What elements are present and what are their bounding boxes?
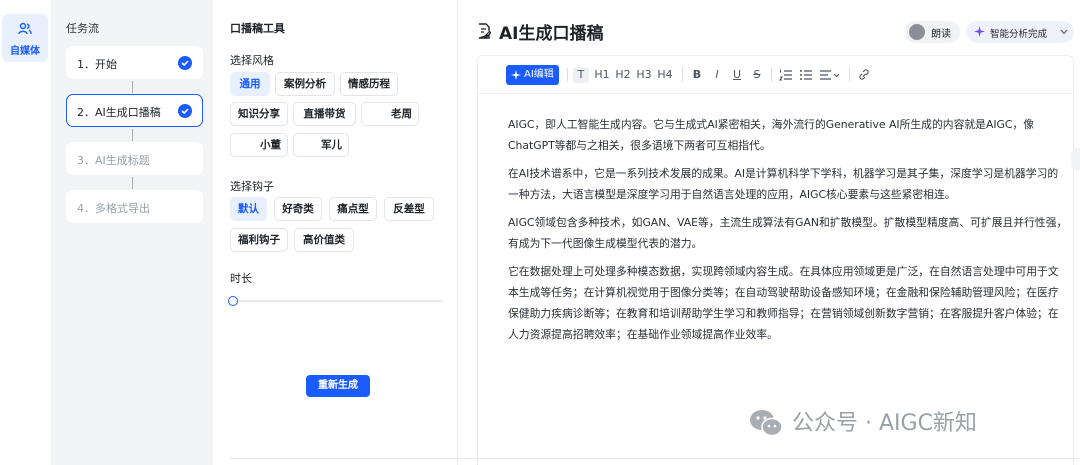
style-chip-case[interactable]: 案例分析 [275, 72, 335, 96]
bullet-list-icon[interactable] [799, 67, 813, 83]
step-ai-script[interactable]: 2．AI生成口播稿 [66, 94, 203, 127]
step-connector [132, 177, 133, 189]
hook-chip-curious[interactable]: 好奇类 [274, 197, 322, 221]
ai-edit-button[interactable]: AI编辑 [506, 65, 559, 85]
sparkle-icon [511, 70, 521, 80]
check-circle-icon [178, 104, 192, 118]
italic-button[interactable]: I [710, 67, 724, 83]
task-flow-panel: 任务流 1．开始 2．AI生成口播稿 3．AI生成标题 4．多格式导出 [52, 0, 213, 465]
step-label: 4．多格式导出 [77, 202, 150, 215]
editor-area: AI生成口播稿 朗读 智能分析完成 AI编辑 T H1 H2 H3 H4 B I… [459, 0, 1080, 465]
ordered-list-icon[interactable] [779, 67, 793, 83]
hook-chip-pain[interactable]: 痛点型 [329, 197, 377, 221]
step-label: 3．AI生成标题 [77, 154, 150, 167]
heading2-button[interactable]: H2 [615, 67, 631, 83]
task-flow-title: 任务流 [66, 22, 99, 35]
check-circle-icon [178, 56, 192, 70]
content-paragraph: AIGC领域包含多种技术，如GAN、VAE等，主流生成算法有GAN和扩散模型。扩… [508, 216, 1068, 250]
user-group-icon [18, 22, 32, 35]
hook-label: 选择钩子 [230, 180, 274, 193]
heading3-button[interactable]: H3 [636, 67, 652, 83]
heading4-button[interactable]: H4 [657, 67, 673, 83]
hook-chip-contrast[interactable]: 反差型 [384, 197, 434, 221]
content-paragraph: 在AI技术谱系中，它是一系列技术发展的成果。AI是计算机科学下学科，机器学习是其… [508, 167, 1059, 201]
hook-chip-default[interactable]: 默认 [230, 197, 267, 221]
step-export[interactable]: 4．多格式导出 [66, 190, 203, 223]
strikethrough-button[interactable]: S [750, 67, 764, 83]
step-start[interactable]: 1．开始 [66, 46, 203, 79]
toolbar-divider [682, 68, 683, 82]
analysis-status-dropdown[interactable]: 智能分析完成 [966, 21, 1074, 43]
regenerate-button[interactable]: 重新生成 [306, 375, 370, 397]
read-aloud-label: 朗读 [931, 29, 951, 40]
duration-slider-handle[interactable] [228, 296, 238, 306]
style-chip-emotion[interactable]: 情感历程 [340, 72, 398, 96]
style-chip-laozhou[interactable]: 老周 [361, 102, 419, 126]
text-style-button[interactable]: T [573, 67, 589, 83]
toolbar-divider [771, 68, 772, 82]
panel-title: 口播稿工具 [230, 22, 285, 35]
bottom-divider [230, 458, 1080, 459]
hook-chip-value[interactable]: 高价值类 [294, 228, 354, 252]
content-paragraph: 它在数据处理上可处理多种模态数据，实现跨领域内容生成。在具体应用领域更是广泛，在… [508, 265, 1059, 341]
link-icon[interactable] [857, 67, 871, 83]
collapse-panel-handle[interactable] [1071, 148, 1080, 170]
nav-item-self-media[interactable]: 自媒体 [2, 14, 48, 62]
style-chip-livestream[interactable]: 直播带货 [293, 102, 356, 126]
toolbar-divider [849, 68, 850, 82]
style-chip-xiaodong[interactable]: 小董 [230, 133, 288, 157]
nav-label: 自媒体 [10, 46, 40, 57]
script-tool-panel: 口播稿工具 选择风格 通用 案例分析 情感历程 知识分享 直播带货 老周 小董 … [213, 0, 458, 465]
format-toolbar: AI编辑 T H1 H2 H3 H4 B I U S [478, 56, 1073, 94]
bold-button[interactable]: B [690, 67, 704, 83]
document-edit-icon [478, 23, 491, 39]
left-nav: 自媒体 [0, 0, 52, 465]
style-chip-juner[interactable]: 军儿 [293, 133, 349, 157]
editor-frame: AI编辑 T H1 H2 H3 H4 B I U S AIGC，即人工智能生成内… [477, 55, 1074, 465]
step-connector [132, 129, 133, 141]
toolbar-divider [567, 68, 568, 82]
analysis-status-label: 智能分析完成 [990, 29, 1048, 40]
wechat-icon [750, 410, 783, 437]
heading1-button[interactable]: H1 [594, 67, 610, 83]
chevron-down-icon [1060, 29, 1068, 35]
avatar [909, 24, 925, 40]
style-chip-general[interactable]: 通用 [230, 72, 270, 96]
ai-edit-label: AI编辑 [524, 69, 554, 80]
step-ai-title[interactable]: 3．AI生成标题 [66, 142, 203, 175]
step-label: 2．AI生成口播稿 [77, 106, 161, 119]
step-connector [132, 81, 133, 93]
read-aloud-button[interactable]: 朗读 [905, 21, 960, 43]
underline-button[interactable]: U [730, 67, 744, 83]
align-dropdown-icon[interactable] [819, 67, 841, 83]
duration-label: 时长 [230, 272, 252, 285]
editor-content[interactable]: AIGC，即人工智能生成内容。它与生成式AI紧密相关，海外流行的Generati… [508, 114, 1068, 352]
step-label: 1．开始 [77, 58, 117, 71]
style-chip-knowledge[interactable]: 知识分享 [230, 102, 288, 126]
sparkle-icon [974, 26, 985, 37]
hook-chip-benefit[interactable]: 福利钩子 [230, 228, 288, 252]
watermark-text: 公众号 · AIGC新知 [792, 411, 977, 436]
duration-slider-track[interactable] [230, 300, 442, 302]
editor-title: AI生成口播稿 [499, 24, 604, 44]
style-label: 选择风格 [230, 54, 274, 67]
content-paragraph: AIGC，即人工智能生成内容。它与生成式AI紧密相关，海外流行的Generati… [508, 118, 1035, 152]
